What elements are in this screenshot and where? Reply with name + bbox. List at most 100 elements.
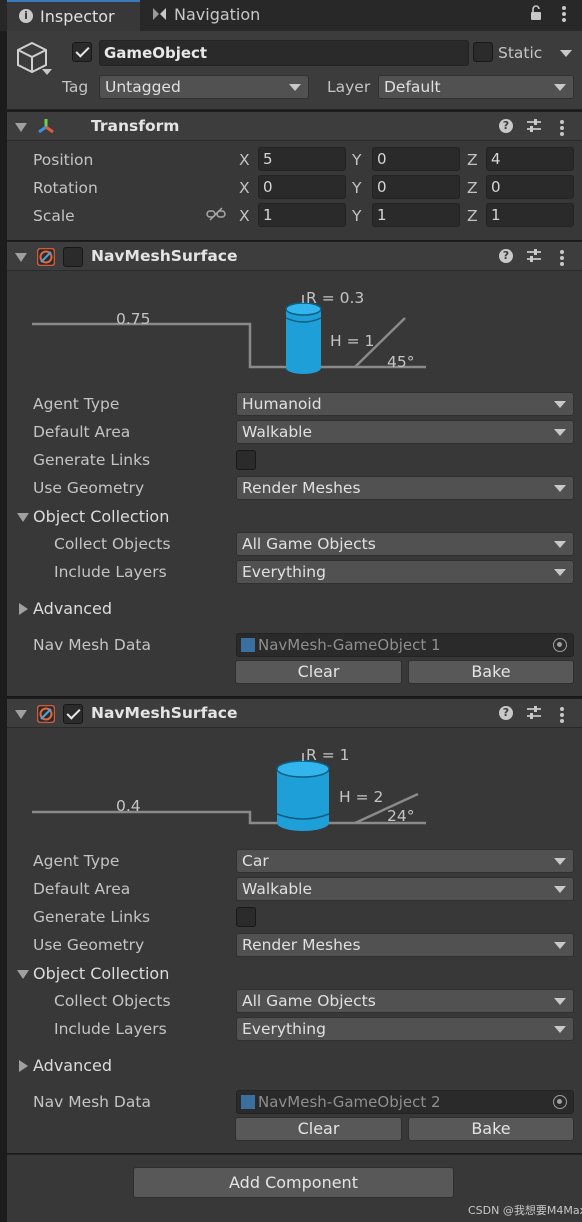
position-x-label[interactable]: X bbox=[239, 151, 250, 169]
use-geometry-label: Use Geometry bbox=[33, 936, 145, 954]
nav-mesh-data-field[interactable]: NavMesh-GameObject 1 bbox=[236, 633, 574, 657]
generate-links-label: Generate Links bbox=[33, 451, 151, 469]
generate-links-checkbox[interactable] bbox=[236, 907, 256, 927]
layer-dropdown[interactable]: Default bbox=[378, 75, 574, 99]
navmesh-surface-2-enabled-checkbox[interactable] bbox=[63, 704, 83, 724]
static-checkbox[interactable] bbox=[473, 42, 493, 62]
rotation-label: Rotation bbox=[33, 179, 98, 197]
scale-y-input[interactable]: 1 bbox=[372, 203, 460, 227]
navigation-icon bbox=[152, 7, 167, 22]
clear-button[interactable]: Clear bbox=[235, 660, 402, 684]
rotation-z-input[interactable]: 0 bbox=[486, 175, 574, 199]
constrain-proportions-icon[interactable] bbox=[206, 207, 226, 221]
position-y-label[interactable]: Y bbox=[352, 151, 361, 169]
default-area-dropdown[interactable]: Walkable bbox=[236, 877, 574, 901]
clear-button[interactable]: Clear bbox=[235, 1117, 402, 1141]
agent-type-dropdown[interactable]: Car bbox=[236, 849, 574, 873]
help-icon[interactable]: ? bbox=[499, 249, 513, 263]
gameobject-name-input[interactable]: GameObject bbox=[99, 40, 469, 66]
chevron-down-icon bbox=[554, 942, 566, 949]
use-geometry-dropdown[interactable]: Render Meshes bbox=[236, 933, 574, 957]
navmesh-surface-1-enabled-checkbox[interactable] bbox=[63, 247, 83, 267]
object-collection-fold-icon[interactable] bbox=[17, 513, 29, 522]
navmesh-surface-2-header[interactable]: NavMeshSurface ? bbox=[7, 698, 582, 728]
navmesh-asset-icon bbox=[241, 1095, 255, 1109]
generate-links-checkbox[interactable] bbox=[236, 450, 256, 470]
component-menu-icon[interactable] bbox=[560, 707, 564, 725]
add-component-button[interactable]: Add Component bbox=[133, 1167, 454, 1198]
generate-links-label: Generate Links bbox=[33, 908, 151, 926]
include-layers-label: Include Layers bbox=[54, 563, 167, 581]
agent-height-label: H = 1 bbox=[330, 332, 375, 350]
navmesh-surface-1-title: NavMeshSurface bbox=[91, 247, 238, 265]
presets-icon[interactable] bbox=[526, 248, 542, 264]
rotation-z-label[interactable]: Z bbox=[467, 179, 478, 197]
include-layers-label: Include Layers bbox=[54, 1020, 167, 1038]
advanced-fold-icon[interactable] bbox=[19, 1060, 28, 1072]
default-area-dropdown[interactable]: Walkable bbox=[236, 420, 574, 444]
scale-z-input[interactable]: 1 bbox=[486, 203, 574, 227]
icon-dropdown-caret-icon[interactable] bbox=[42, 69, 52, 75]
layer-value: Default bbox=[384, 78, 441, 96]
bake-button[interactable]: Bake bbox=[408, 1117, 574, 1141]
rotation-y-label[interactable]: Y bbox=[352, 179, 361, 197]
help-icon[interactable]: ? bbox=[499, 119, 513, 133]
chevron-down-icon bbox=[554, 1026, 566, 1033]
bake-button[interactable]: Bake bbox=[408, 660, 574, 684]
position-x-input[interactable]: 5 bbox=[258, 147, 346, 171]
component-menu-icon[interactable] bbox=[560, 120, 564, 138]
rotation-y-input[interactable]: 0 bbox=[372, 175, 460, 199]
use-geometry-dropdown[interactable]: Render Meshes bbox=[236, 476, 574, 500]
rotation-x-input[interactable]: 0 bbox=[258, 175, 346, 199]
gameobject-active-checkbox[interactable] bbox=[72, 42, 92, 62]
position-y-input[interactable]: 0 bbox=[372, 147, 460, 171]
nav-mesh-data-value: NavMesh-GameObject 2 bbox=[258, 1093, 441, 1111]
fold-toggle-icon[interactable] bbox=[15, 123, 27, 132]
help-icon[interactable]: ? bbox=[499, 706, 513, 720]
nav-mesh-data-label: Nav Mesh Data bbox=[33, 1093, 151, 1111]
presets-icon[interactable] bbox=[526, 705, 542, 721]
navmesh-surface-icon bbox=[36, 704, 56, 724]
nav-mesh-data-field[interactable]: NavMesh-GameObject 2 bbox=[236, 1090, 574, 1114]
tab-menu-icon[interactable] bbox=[562, 6, 566, 24]
default-area-value: Walkable bbox=[242, 880, 313, 898]
scale-x-label[interactable]: X bbox=[239, 207, 250, 225]
collect-objects-dropdown[interactable]: All Game Objects bbox=[236, 989, 574, 1013]
transform-title: Transform bbox=[91, 117, 180, 135]
tab-inspector[interactable]: i Inspector bbox=[7, 0, 140, 31]
collect-objects-label: Collect Objects bbox=[54, 535, 171, 553]
include-layers-dropdown[interactable]: Everything bbox=[236, 560, 574, 584]
scale-y-label[interactable]: Y bbox=[352, 207, 361, 225]
transform-header[interactable]: Transform ? bbox=[7, 111, 582, 141]
position-z-input[interactable]: 4 bbox=[486, 147, 574, 171]
navmesh-surface-icon bbox=[36, 247, 56, 267]
chevron-down-icon bbox=[554, 886, 566, 893]
tag-dropdown[interactable]: Untagged bbox=[99, 75, 309, 99]
advanced-label[interactable]: Advanced bbox=[33, 599, 112, 619]
position-z-label[interactable]: Z bbox=[467, 151, 478, 169]
collect-objects-dropdown[interactable]: All Game Objects bbox=[236, 532, 574, 556]
object-picker-icon[interactable] bbox=[553, 1095, 567, 1109]
object-collection-label[interactable]: Object Collection bbox=[33, 964, 169, 984]
navmesh-surface-1-header[interactable]: NavMeshSurface ? bbox=[7, 241, 582, 271]
object-picker-icon[interactable] bbox=[553, 638, 567, 652]
tag-label: Tag bbox=[62, 78, 89, 96]
fold-toggle-icon[interactable] bbox=[15, 253, 27, 262]
include-layers-dropdown[interactable]: Everything bbox=[236, 1017, 574, 1041]
scale-z-label[interactable]: Z bbox=[467, 207, 478, 225]
chevron-down-icon bbox=[554, 998, 566, 1005]
presets-icon[interactable] bbox=[526, 118, 542, 134]
advanced-label[interactable]: Advanced bbox=[33, 1056, 112, 1076]
agent-type-dropdown[interactable]: Humanoid bbox=[236, 392, 574, 416]
advanced-fold-icon[interactable] bbox=[19, 603, 28, 615]
rotation-x-label[interactable]: X bbox=[239, 179, 250, 197]
object-collection-fold-icon[interactable] bbox=[17, 970, 29, 979]
component-menu-icon[interactable] bbox=[560, 250, 564, 268]
scale-x-input[interactable]: 1 bbox=[258, 203, 346, 227]
static-dropdown-caret-icon[interactable] bbox=[560, 50, 572, 57]
object-collection-label[interactable]: Object Collection bbox=[33, 507, 169, 527]
layer-label: Layer bbox=[327, 78, 371, 96]
fold-toggle-icon[interactable] bbox=[15, 710, 27, 719]
tab-navigation[interactable]: Navigation bbox=[142, 0, 282, 31]
lock-icon[interactable] bbox=[530, 5, 542, 21]
